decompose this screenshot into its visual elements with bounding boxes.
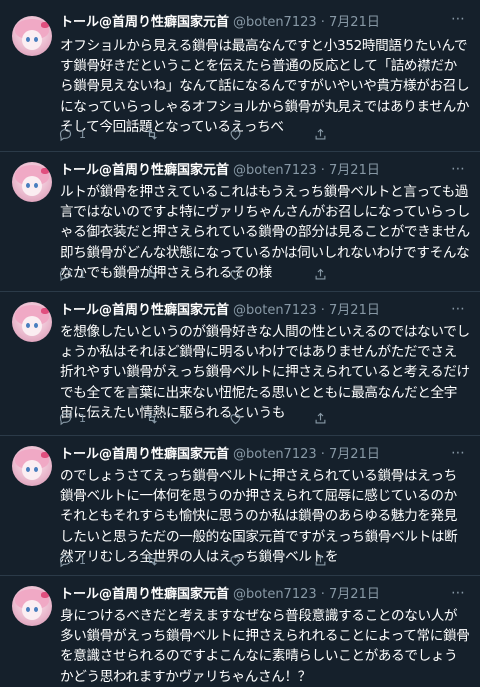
author-name[interactable]: トール@首周り性癖国家元首	[60, 303, 229, 318]
share-button[interactable]	[313, 264, 328, 284]
tweet-header: トール@首周り性癖国家元首 @boten7123 · 7月21日	[60, 14, 380, 32]
tweet[interactable]: トール@首周り性癖国家元首 @boten7123 · 7月21日 ⋯ オフショルか…	[0, 0, 480, 152]
retweet-icon	[147, 268, 157, 280]
reply-count: 1	[79, 267, 86, 281]
reply-icon	[59, 412, 72, 425]
heart-icon	[230, 269, 241, 280]
avatar[interactable]	[12, 162, 52, 202]
tweet-actions: 1	[58, 550, 458, 570]
author-handle-and-date[interactable]: @boten7123 · 7月21日	[233, 15, 380, 30]
share-button[interactable]	[313, 550, 328, 570]
tweet-actions: 1	[58, 124, 458, 144]
reply-icon	[59, 268, 72, 281]
tweet-feed: トール@首周り性癖国家元首 @boten7123 · 7月21日 ⋯ オフショルか…	[0, 0, 480, 685]
heart-icon	[230, 413, 241, 424]
author-name[interactable]: トール@首周り性癖国家元首	[60, 163, 229, 178]
reply-button[interactable]: 1	[58, 408, 86, 428]
tweet[interactable]: トール@首周り性癖国家元首 @boten7123 · 7月21日 ⋯ のでしょうさ…	[0, 436, 480, 576]
reply-icon	[59, 128, 72, 141]
tweet-actions: 1	[58, 264, 458, 284]
like-button[interactable]	[228, 408, 243, 428]
tweet-header: トール@首周り性癖国家元首 @boten7123 · 7月21日	[60, 446, 380, 464]
share-icon	[315, 268, 326, 279]
tweet[interactable]: トール@首周り性癖国家元首 @boten7123 · 7月21日 ⋯ ルトが鎖骨を…	[0, 152, 480, 292]
retweet-button[interactable]	[144, 124, 160, 144]
retweet-button[interactable]	[144, 264, 160, 284]
author-handle-and-date[interactable]: @boten7123 · 7月21日	[233, 447, 380, 462]
author-name[interactable]: トール@首周り性癖国家元首	[60, 587, 229, 602]
author-handle-and-date[interactable]: @boten7123 · 7月21日	[233, 163, 380, 178]
author-handle-and-date[interactable]: @boten7123 · 7月21日	[233, 303, 380, 318]
avatar[interactable]	[12, 586, 52, 626]
more-icon[interactable]: ⋯	[451, 160, 466, 178]
more-icon[interactable]: ⋯	[451, 10, 466, 28]
like-button[interactable]	[228, 124, 243, 144]
like-button[interactable]	[228, 550, 243, 570]
retweet-button[interactable]	[144, 408, 160, 428]
reply-count: 1	[79, 553, 86, 567]
share-button[interactable]	[313, 408, 328, 428]
avatar[interactable]	[12, 302, 52, 342]
share-icon	[315, 128, 326, 139]
tweet-actions: 1	[58, 408, 458, 428]
tweet-text: 身につけるべきだと考えますなぜなら普段意識することのない人が多い鎖骨がえっち鎖骨…	[60, 608, 470, 685]
retweet-icon	[147, 554, 157, 566]
tweet-header: トール@首周り性癖国家元首 @boten7123 · 7月21日	[60, 162, 380, 180]
reply-button[interactable]: 1	[58, 264, 86, 284]
heart-icon	[230, 555, 241, 566]
retweet-icon	[147, 412, 157, 424]
reply-count: 1	[79, 411, 86, 425]
avatar[interactable]	[12, 16, 52, 56]
reply-button[interactable]: 1	[58, 124, 86, 144]
avatar[interactable]	[12, 446, 52, 486]
tweet-header: トール@首周り性癖国家元首 @boten7123 · 7月21日	[60, 586, 380, 604]
reply-button[interactable]: 1	[58, 550, 86, 570]
tweet-text: オフショルから見える鎖骨は最高なんですと小352時間語りたいんです鎖骨好きだとい…	[60, 38, 470, 135]
author-name[interactable]: トール@首周り性癖国家元首	[60, 447, 229, 462]
retweet-icon	[147, 128, 157, 140]
author-handle-and-date[interactable]: @boten7123 · 7月21日	[233, 587, 380, 602]
more-icon[interactable]: ⋯	[451, 584, 466, 602]
reply-count: 1	[79, 127, 86, 141]
share-button[interactable]	[313, 124, 328, 144]
retweet-button[interactable]	[144, 550, 160, 570]
heart-icon	[230, 129, 241, 140]
tweet-header: トール@首周り性癖国家元首 @boten7123 · 7月21日	[60, 302, 380, 320]
more-icon[interactable]: ⋯	[451, 444, 466, 462]
like-button[interactable]	[228, 264, 243, 284]
tweet[interactable]: トール@首周り性癖国家元首 @boten7123 · 7月21日 ⋯ 身につけるべ…	[0, 576, 480, 685]
share-icon	[315, 554, 326, 565]
author-name[interactable]: トール@首周り性癖国家元首	[60, 15, 229, 30]
more-icon[interactable]: ⋯	[451, 300, 466, 318]
share-icon	[315, 412, 326, 423]
tweet[interactable]: トール@首周り性癖国家元首 @boten7123 · 7月21日 ⋯ を想像したい…	[0, 292, 480, 436]
reply-icon	[59, 554, 72, 567]
